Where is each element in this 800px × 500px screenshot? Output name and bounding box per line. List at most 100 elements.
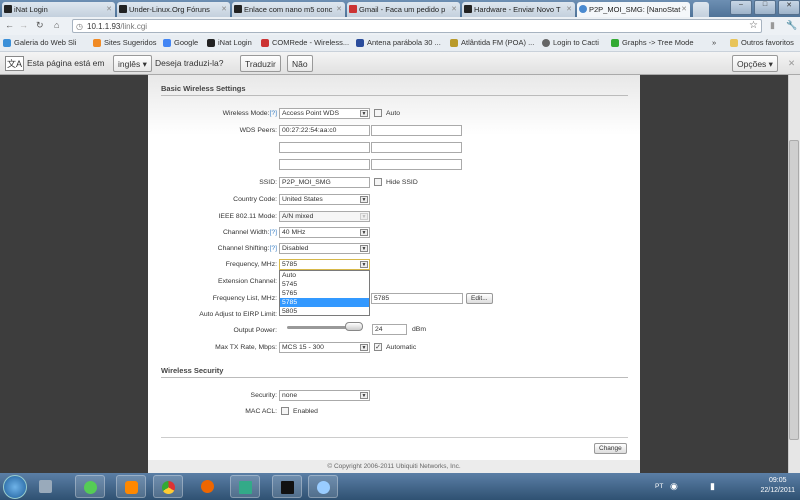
tab-gmail[interactable]: Gmail - Faca um pedido p ✕ xyxy=(347,2,460,17)
cmd-icon[interactable] xyxy=(272,475,302,498)
paint-icon[interactable] xyxy=(308,475,338,498)
help-link[interactable]: [?] xyxy=(269,245,277,252)
bookmark-atlantida[interactable]: Atlântida FM (POA) ... xyxy=(450,38,534,47)
google-icon xyxy=(163,39,171,47)
clock[interactable]: 09:05 22/12/2011 xyxy=(760,476,795,496)
frequency-option-selected[interactable]: 5785 xyxy=(280,298,369,307)
frequency-option[interactable]: 5765 xyxy=(280,289,369,298)
messenger-icon[interactable] xyxy=(75,475,105,498)
gmail-icon xyxy=(349,5,357,13)
bookmarks-overflow[interactable]: » xyxy=(712,38,716,47)
minimize-icon[interactable]: – xyxy=(730,0,752,15)
window-controls: – □ ✕ xyxy=(730,0,800,15)
folder-icon xyxy=(730,39,738,47)
bookmark-google[interactable]: Google xyxy=(163,38,198,47)
address-bar[interactable]: ◷ 10.1.1.93/link.cgi ☆ xyxy=(72,19,762,33)
maximize-icon[interactable]: □ xyxy=(754,0,776,15)
output-power-input[interactable]: 24 xyxy=(372,324,407,335)
tab-inat-login[interactable]: iNat Login ✕ xyxy=(2,2,115,17)
wireless-mode-select[interactable]: Access Point WDS ▼ xyxy=(279,108,370,119)
app-window-icon[interactable] xyxy=(230,475,260,498)
help-link[interactable]: [?] xyxy=(269,229,277,236)
close-translate-icon[interactable]: ✕ xyxy=(788,58,795,69)
firefox-icon[interactable] xyxy=(193,475,223,498)
volume-icon[interactable]: ▮ xyxy=(710,481,715,492)
frequency-option[interactable]: 5745 xyxy=(280,280,369,289)
wds-peer-input-6[interactable] xyxy=(371,159,462,170)
scrollbar-thumb[interactable] xyxy=(789,140,799,440)
frequency-option[interactable]: Auto xyxy=(280,271,369,280)
ieee-mode-label: IEEE 802.11 Mode: xyxy=(218,213,277,220)
close-tab-icon[interactable]: ✕ xyxy=(451,5,457,13)
bookmark-sites-sugeridos[interactable]: Sites Sugeridos xyxy=(93,38,157,47)
start-button[interactable] xyxy=(3,475,27,499)
media-player-icon[interactable] xyxy=(116,475,146,498)
wds-peer-input-2[interactable] xyxy=(371,125,462,136)
bookmark-antena[interactable]: Antena parábola 30 ... xyxy=(356,38,441,47)
ssid-input[interactable]: P2P_MOI_SMG xyxy=(279,177,370,188)
close-tab-icon[interactable]: ✕ xyxy=(336,5,342,13)
bookmark-comrede[interactable]: COMRede - Wireless... xyxy=(261,38,349,47)
wds-peer-input-5[interactable] xyxy=(279,159,370,170)
frequency-option[interactable]: 5805 xyxy=(280,307,369,316)
favicon-icon xyxy=(234,5,242,13)
max-tx-label: Max TX Rate, Mbps: xyxy=(215,344,277,351)
slider-handle[interactable] xyxy=(344,322,363,331)
tab-hardware[interactable]: Hardware - Enviar Novo T ✕ xyxy=(462,2,575,17)
frequency-list-input[interactable]: 5785 xyxy=(371,293,463,304)
bookmark-other[interactable]: Outros favoritos xyxy=(730,38,794,47)
close-tab-icon[interactable]: ✕ xyxy=(221,5,227,13)
bookmark-graphs[interactable]: Graphs -> Tree Mode xyxy=(611,38,694,47)
close-tab-icon[interactable]: ✕ xyxy=(106,5,112,13)
section-basic-wireless: Basic Wireless Settings xyxy=(161,84,628,96)
wrench-icon[interactable]: 🔧 xyxy=(786,20,797,31)
auto-checkbox[interactable] xyxy=(374,109,382,117)
bookmark-icon xyxy=(356,39,364,47)
tab-under-linux[interactable]: Under-Linux.Org Fóruns ✕ xyxy=(117,2,230,17)
frequency-list-label: Frequency List, MHz: xyxy=(212,295,277,302)
network-icon[interactable]: ◉ xyxy=(670,481,678,492)
reload-icon[interactable]: ↻ xyxy=(36,20,44,31)
wds-peer-input-1[interactable]: 00:27:22:54:aa:c0 xyxy=(279,125,370,136)
country-code-select[interactable]: United States ▼ xyxy=(279,194,370,205)
home-icon[interactable]: ⌂ xyxy=(54,20,59,30)
channel-width-select[interactable]: 40 MHz ▼ xyxy=(279,227,370,238)
close-tab-icon[interactable]: ✕ xyxy=(681,5,687,13)
bookmark-inat[interactable]: iNat Login xyxy=(207,38,252,47)
chevron-down-icon: ▼ xyxy=(360,196,368,203)
tab-enlace[interactable]: Enlace com nano m5 conc ✕ xyxy=(232,2,345,17)
language-indicator[interactable]: PT xyxy=(655,483,663,490)
translate-button[interactable]: Traduzir xyxy=(240,55,281,72)
max-tx-select[interactable]: MCS 15 - 300 ▼ xyxy=(279,342,370,353)
help-link[interactable]: [?] xyxy=(269,110,277,117)
hide-ssid-checkbox[interactable] xyxy=(374,178,382,186)
page-icon[interactable]: ▮ xyxy=(770,20,775,31)
output-power-label: Output Power: xyxy=(233,327,277,334)
channel-shifting-select[interactable]: Disabled ▼ xyxy=(279,243,370,254)
frequency-select[interactable]: 5785 ▼ xyxy=(279,259,370,270)
page-background xyxy=(0,75,148,473)
forward-icon[interactable]: → xyxy=(19,20,28,30)
language-select[interactable]: inglês ▾ xyxy=(113,55,152,72)
close-window-icon[interactable]: ✕ xyxy=(778,0,800,15)
star-icon[interactable]: ☆ xyxy=(749,20,758,31)
bookmark-galeria[interactable]: Galeria do Web Sli xyxy=(3,38,76,47)
no-translate-button[interactable]: Não xyxy=(287,55,313,72)
chevron-down-icon: ▼ xyxy=(360,344,368,351)
bookmark-cacti[interactable]: Login to Cacti xyxy=(542,38,599,47)
automatic-checkbox[interactable]: ✓ xyxy=(374,343,382,351)
calculator-icon[interactable] xyxy=(31,475,61,498)
mac-acl-checkbox[interactable] xyxy=(281,407,289,415)
security-select[interactable]: none ▼ xyxy=(279,390,370,401)
ieee-mode-select: A/N mixed ▼ xyxy=(279,211,370,222)
back-icon[interactable]: ← xyxy=(5,20,14,30)
wds-peer-input-3[interactable] xyxy=(279,142,370,153)
new-tab-button[interactable] xyxy=(693,2,709,17)
chrome-icon[interactable] xyxy=(153,475,183,498)
options-button[interactable]: Opções ▾ xyxy=(732,55,778,72)
close-tab-icon[interactable]: ✕ xyxy=(566,5,572,13)
wds-peer-input-4[interactable] xyxy=(371,142,462,153)
tab-nanostation[interactable]: P2P_MOI_SMG: [NanoStat ✕ xyxy=(577,2,690,17)
edit-frequency-list-button[interactable]: Edit... xyxy=(466,293,493,304)
change-button[interactable]: Change xyxy=(594,443,627,454)
